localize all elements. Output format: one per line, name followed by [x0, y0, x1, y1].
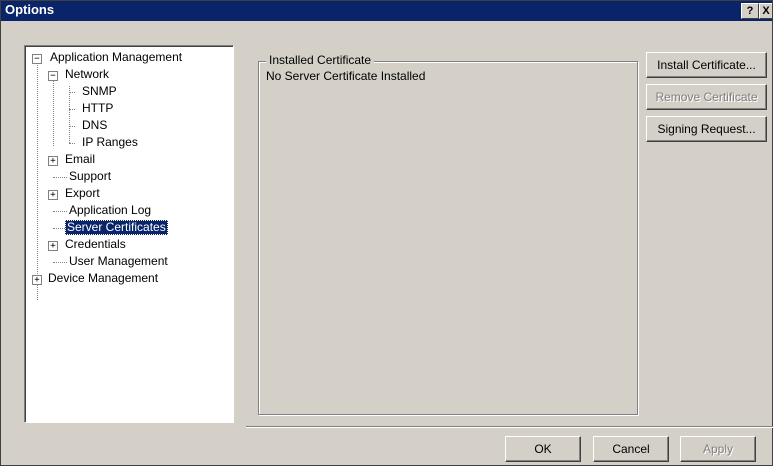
tree-item-snmp[interactable]: SNMP: [80, 84, 119, 99]
tree-item-http[interactable]: HTTP: [80, 101, 115, 116]
tree-item-ip-ranges[interactable]: IP Ranges: [80, 135, 140, 150]
signing-request-button[interactable]: Signing Request...: [646, 116, 767, 142]
options-tree[interactable]: − Application Management − Network SNMP …: [24, 45, 234, 423]
tree-line: [53, 211, 67, 212]
collapse-icon[interactable]: −: [48, 71, 58, 81]
tree-item-support[interactable]: Support: [67, 169, 113, 184]
tree-line: [53, 262, 67, 263]
remove-certificate-button[interactable]: Remove Certificate: [646, 84, 767, 110]
install-certificate-button[interactable]: Install Certificate...: [646, 52, 767, 78]
tree-line: [53, 78, 54, 146]
expand-icon[interactable]: +: [48, 156, 58, 166]
footer-separator: [246, 426, 773, 428]
title-bar[interactable]: [1, 1, 772, 21]
installed-certificate-group: [258, 61, 638, 415]
tree-item-application-management[interactable]: Application Management: [48, 50, 184, 65]
tree-item-device-management[interactable]: Device Management: [46, 271, 160, 286]
tree-line: [69, 86, 70, 143]
certificate-status-text: No Server Certificate Installed: [266, 69, 426, 83]
tree-item-export[interactable]: Export: [63, 186, 102, 201]
cancel-button[interactable]: Cancel: [593, 436, 669, 462]
tree-item-dns[interactable]: DNS: [80, 118, 109, 133]
apply-button[interactable]: Apply: [680, 436, 756, 462]
tree-line: [37, 60, 38, 300]
tree-item-email[interactable]: Email: [63, 152, 97, 167]
ok-button[interactable]: OK: [505, 436, 581, 462]
group-title: Installed Certificate: [266, 53, 375, 67]
help-button[interactable]: ?: [741, 3, 759, 19]
collapse-icon[interactable]: −: [32, 54, 42, 64]
expand-icon[interactable]: +: [48, 190, 58, 200]
expand-icon[interactable]: +: [32, 275, 42, 285]
tree-item-application-log[interactable]: Application Log: [67, 203, 153, 218]
tree-line: [53, 177, 67, 178]
tree-item-network[interactable]: Network: [63, 67, 111, 82]
tree-item-credentials[interactable]: Credentials: [63, 237, 128, 252]
tree-item-user-management[interactable]: User Management: [67, 254, 170, 269]
tree-item-server-certificates[interactable]: Server Certificates: [65, 220, 168, 235]
window-title: Options: [5, 2, 55, 17]
tree-line: [69, 143, 75, 144]
close-button[interactable]: X: [759, 3, 772, 19]
expand-icon[interactable]: +: [48, 241, 58, 251]
